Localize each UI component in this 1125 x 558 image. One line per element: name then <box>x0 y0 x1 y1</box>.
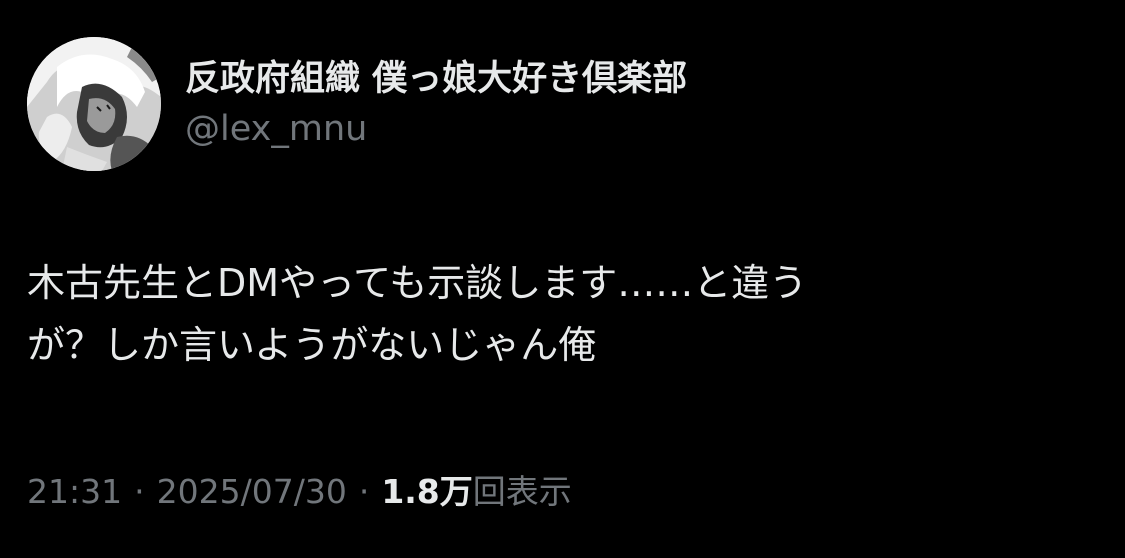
tweet-date[interactable]: 2025/07/30 <box>157 472 347 511</box>
tweet: 反政府組織 僕っ娘大好き倶楽部 @lex_mnu 木古先生とDMやっても示談しま… <box>0 0 1125 558</box>
tweet-meta: 21:31 · 2025/07/30 · 1.8万回表示 <box>27 470 572 514</box>
views-label: 回表示 <box>472 472 572 511</box>
author-display-name[interactable]: 反政府組織 僕っ娘大好き倶楽部 <box>185 57 687 101</box>
tweet-text-line: が？しか言いようがないじゃん俺 <box>27 323 597 367</box>
meta-separator: · <box>134 472 145 511</box>
tweet-header: 反政府組織 僕っ娘大好き倶楽部 @lex_mnu <box>27 37 687 171</box>
author-handle[interactable]: @lex_mnu <box>185 107 687 151</box>
views-count[interactable]: 1.8万 <box>381 472 472 511</box>
meta-separator: · <box>358 472 370 511</box>
avatar[interactable] <box>27 37 161 171</box>
tweet-text: 木古先生とDMやっても示談します……と違う が？しか言いようがないじゃん俺 <box>27 252 1087 376</box>
avatar-image <box>27 37 161 171</box>
tweet-time[interactable]: 21:31 <box>27 472 122 511</box>
tweet-text-line: 木古先生とDMやっても示談します……と違う <box>27 261 808 305</box>
author-identity: 反政府組織 僕っ娘大好き倶楽部 @lex_mnu <box>185 37 687 171</box>
